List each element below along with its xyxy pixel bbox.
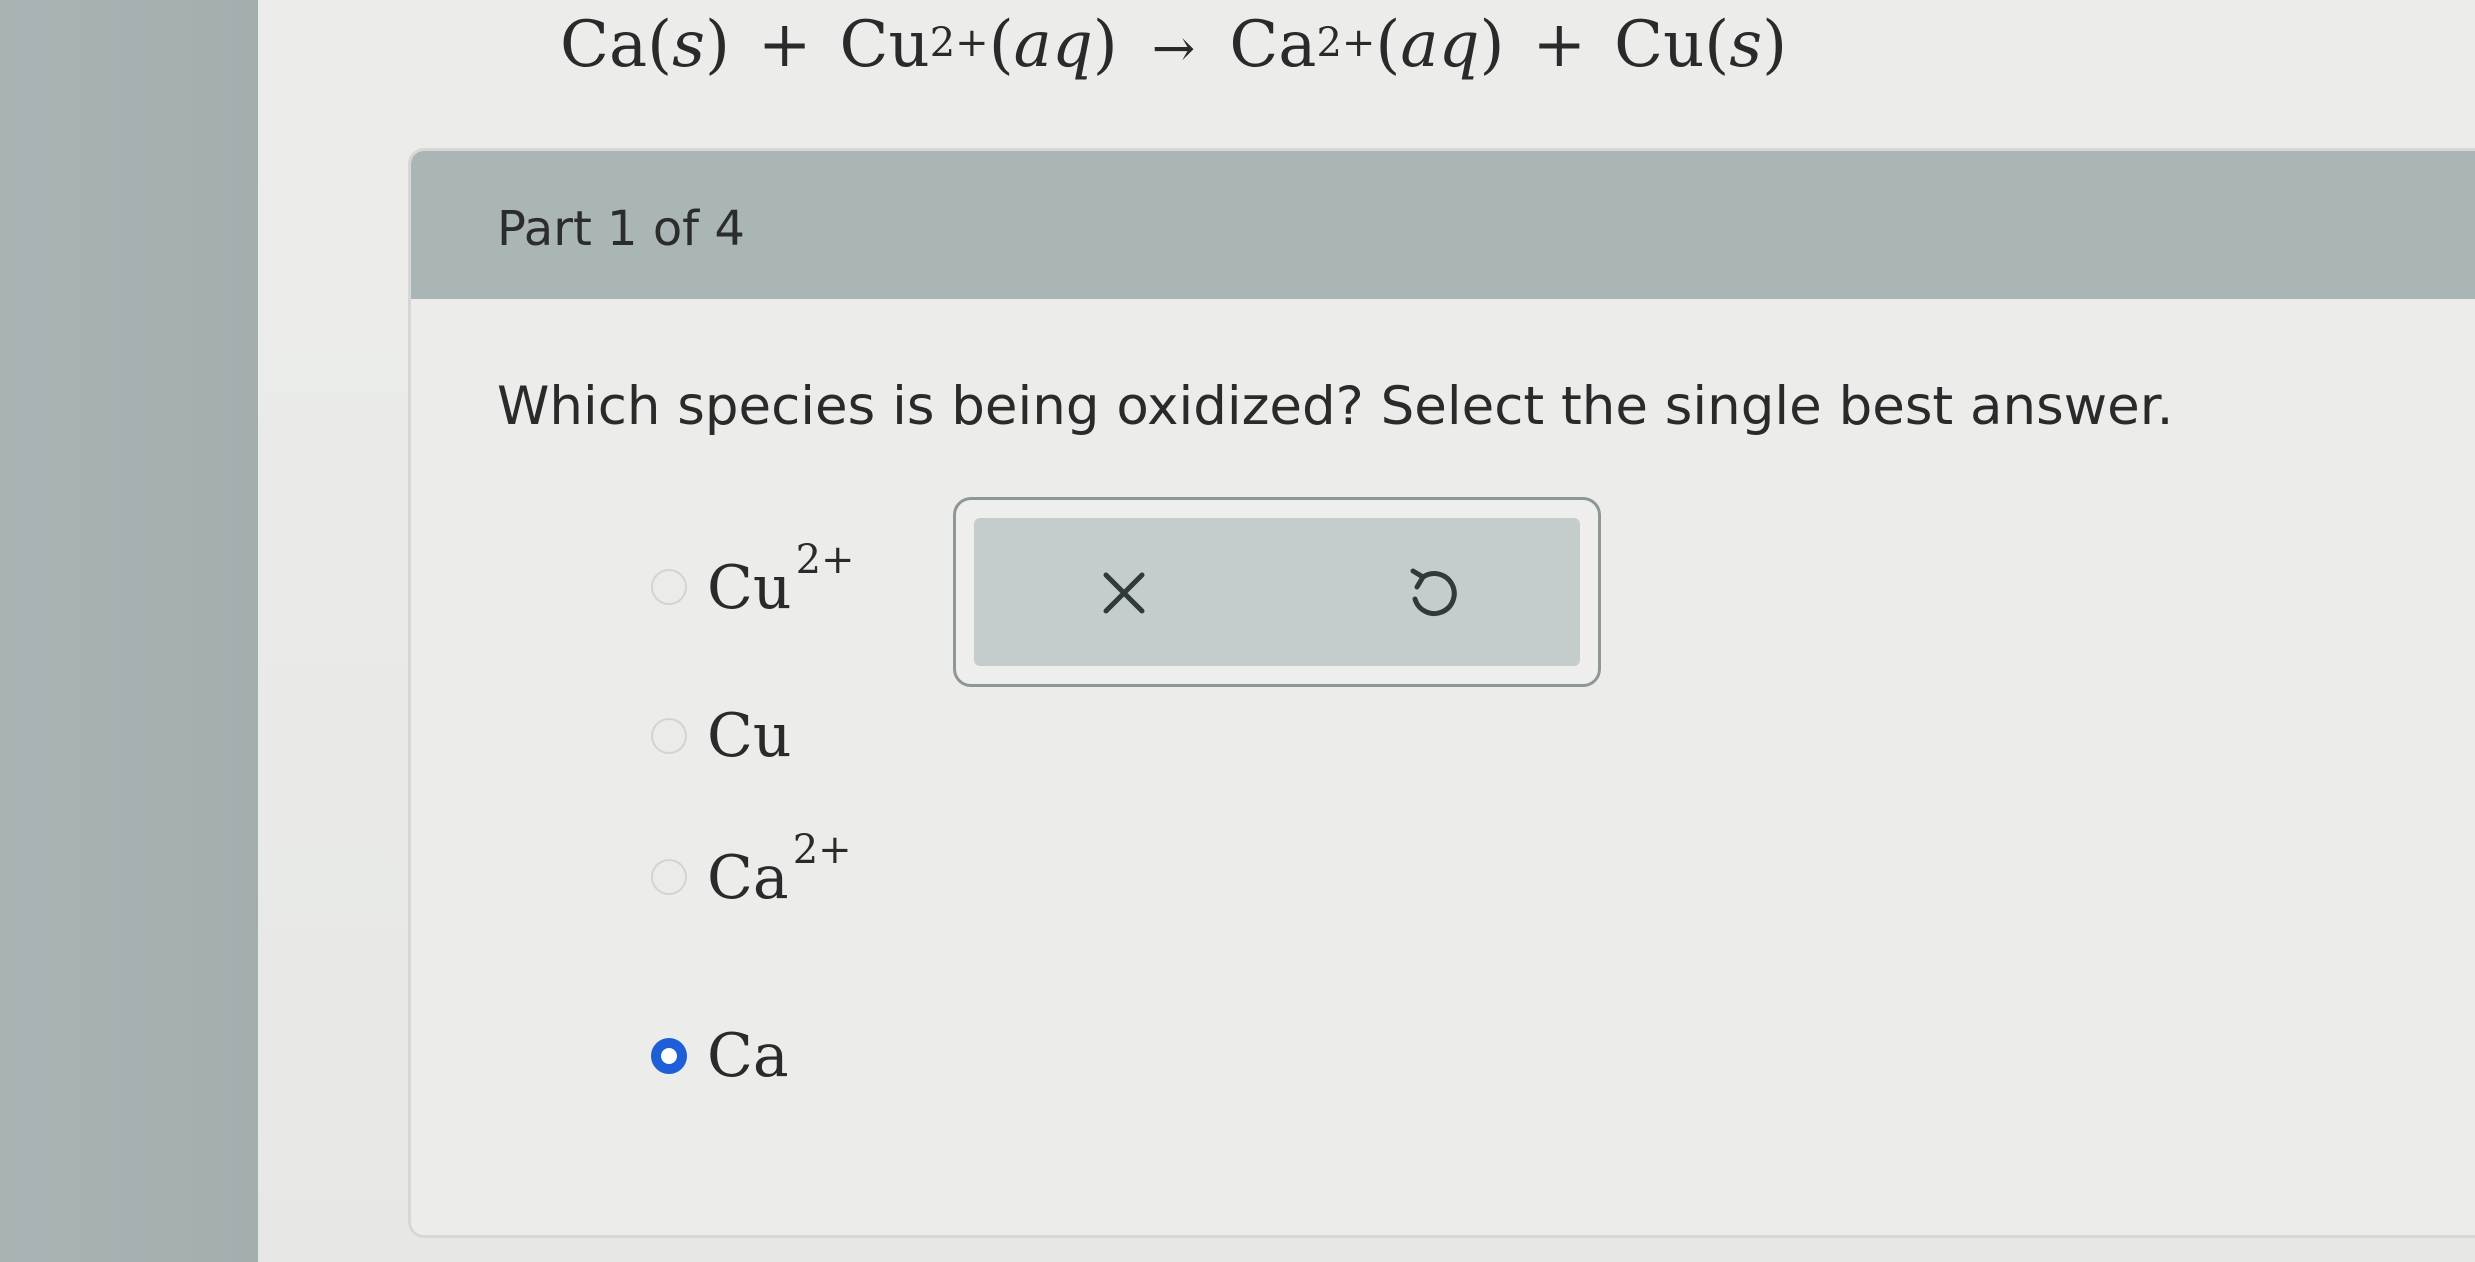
part-header: Part 1 of 4 [411, 151, 2475, 299]
undo-icon [1410, 568, 1457, 617]
clear-button[interactable] [1079, 548, 1169, 638]
reaction-equation: Ca(s) + Cu 2+(aq) → Ca 2+(aq) + Cu(s) [560, 8, 1788, 82]
eq-plus-1: + [757, 8, 812, 82]
eq-state-aq1: aq [1013, 8, 1093, 82]
eq-cu-charge: 2+ [929, 20, 989, 66]
eq-state-aq2: aq [1400, 8, 1480, 82]
close-icon [1103, 572, 1145, 614]
option-label: Ca [707, 1021, 789, 1091]
undo-button[interactable] [1386, 548, 1476, 638]
eq-ca-ion: Ca [1229, 8, 1317, 82]
question-card: Part 1 of 4 Which species is being oxidi… [408, 148, 2475, 1238]
page: Ca(s) + Cu 2+(aq) → Ca 2+(aq) + Cu(s) Part… [0, 0, 2475, 1262]
answer-actions [953, 497, 1601, 687]
answer-actions-inner [974, 518, 1580, 666]
option-symbol: Ca [707, 1021, 789, 1091]
option-ca[interactable]: Ca [651, 1021, 789, 1091]
eq-ca-charge: 2+ [1316, 20, 1376, 66]
option-label: Ca 2+ [707, 827, 852, 913]
eq-ca-solid: Ca [560, 8, 648, 82]
option-cu[interactable]: Cu [651, 701, 792, 771]
radio-button[interactable] [651, 569, 687, 605]
option-symbol: Cu [707, 553, 792, 623]
left-strip [0, 0, 258, 1262]
radio-button[interactable] [651, 718, 687, 754]
radio-button[interactable] [651, 859, 687, 895]
eq-cu-ion: Cu [839, 8, 930, 82]
option-cu2plus[interactable]: Cu 2+ [651, 537, 855, 623]
eq-state-s2: s [1729, 8, 1763, 82]
part-label: Part 1 of 4 [497, 201, 745, 257]
option-label: Cu 2+ [707, 537, 855, 623]
option-charge: 2+ [795, 537, 855, 583]
option-charge: 2+ [792, 827, 852, 873]
option-label: Cu [707, 701, 792, 771]
eq-arrow: → [1151, 19, 1196, 79]
eq-plus-2: + [1532, 8, 1587, 82]
eq-cu-solid: Cu [1614, 8, 1705, 82]
eq-state-s1: s [672, 8, 705, 82]
radio-button-selected[interactable] [651, 1038, 687, 1074]
option-symbol: Ca [707, 843, 789, 913]
option-ca2plus[interactable]: Ca 2+ [651, 827, 852, 913]
question-text: Which species is being oxidized? Select … [497, 376, 2174, 437]
option-symbol: Cu [707, 701, 792, 771]
